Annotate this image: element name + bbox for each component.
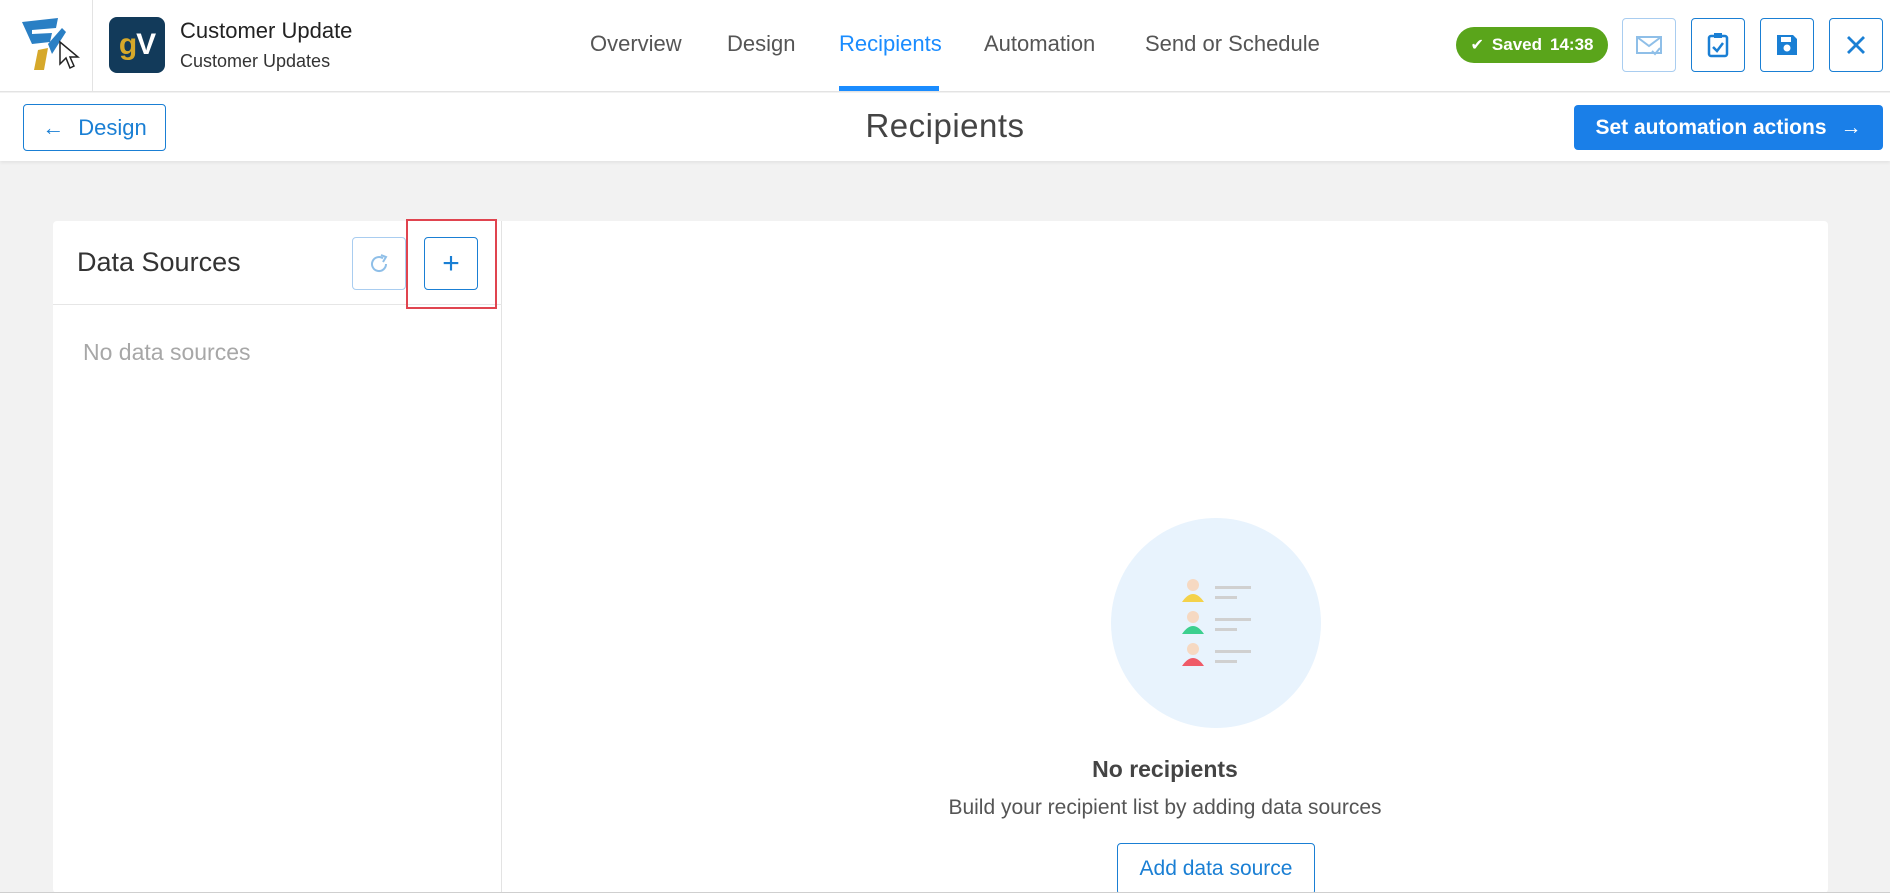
checklist-button[interactable] [1691, 18, 1745, 72]
save-icon [1777, 35, 1797, 55]
add-data-source-cta-button[interactable]: Add data source [1117, 843, 1315, 893]
saved-label: Saved [1491, 35, 1542, 54]
no-recipients-title: No recipients [1092, 756, 1238, 782]
close-button[interactable] [1829, 18, 1883, 72]
sub-header: ← Design Recipients Set automation actio… [0, 93, 1890, 161]
tab-automation[interactable]: Automation [984, 31, 1095, 57]
top-header: gV Customer Update Customer Updates Over… [0, 0, 1890, 92]
saved-status-badge: ✔ Saved 14:38 [1456, 27, 1608, 63]
tab-send-or-schedule[interactable]: Send or Schedule [1145, 31, 1320, 57]
clipboard-check-icon [1707, 33, 1729, 58]
tab-design[interactable]: Design [727, 31, 795, 57]
refresh-icon [371, 253, 388, 272]
add-data-source-button[interactable]: + [424, 237, 478, 290]
data-sources-title: Data Sources [77, 247, 241, 277]
no-recipients-subtitle: Build your recipient list by adding data… [948, 796, 1382, 819]
campaign-app-icon: gV [109, 17, 165, 73]
mail-check-icon [1636, 36, 1662, 56]
tab-recipients[interactable]: Recipients [839, 31, 942, 57]
recipients-panel: Data Sources + No data sources No recipi… [53, 219, 1828, 893]
test-email-button[interactable] [1622, 18, 1676, 72]
refresh-data-sources-button[interactable] [352, 237, 406, 290]
tab-overview[interactable]: Overview [590, 31, 682, 57]
close-icon [1847, 36, 1865, 54]
data-sources-header: Data Sources + [53, 219, 502, 309]
data-sources-column: Data Sources + No data sources [53, 219, 502, 893]
active-tab-indicator [839, 86, 939, 91]
recipients-empty-state: No recipients Build your recipient list … [502, 221, 1828, 893]
plus-icon: + [442, 246, 460, 280]
check-icon: ✔ [1470, 37, 1484, 54]
saved-time: 14:38 [1550, 35, 1594, 54]
save-button[interactable] [1760, 18, 1814, 72]
recipients-list-icon [1182, 579, 1251, 666]
campaign-subtitle: Customer Updates [180, 51, 331, 71]
mouse-cursor-icon [59, 40, 80, 70]
header-divider [92, 0, 93, 92]
arrow-right-icon: → [1840, 115, 1862, 139]
next-button-label: Set automation actions [1595, 115, 1827, 139]
no-data-sources-text: No data sources [83, 339, 251, 365]
set-automation-actions-button[interactable]: Set automation actions → [1574, 105, 1883, 150]
campaign-title: Customer Update [180, 18, 353, 43]
empty-illustration [1111, 518, 1321, 728]
